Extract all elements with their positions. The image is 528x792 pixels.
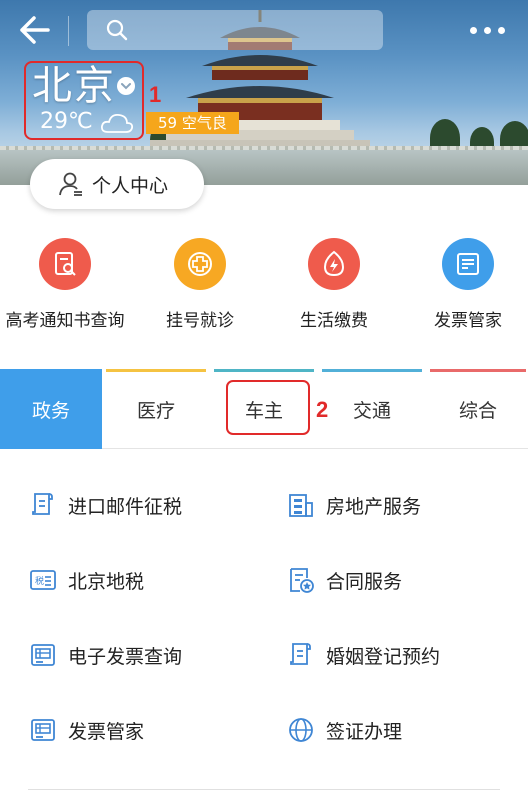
service-import-mail-tax[interactable]: 进口邮件征税	[28, 485, 182, 525]
tab-general[interactable]: 综合	[428, 369, 528, 449]
more-dot	[484, 26, 491, 34]
service-marriage-registration[interactable]: 婚姻登记预约	[286, 635, 440, 675]
svg-text:税: 税	[35, 575, 44, 587]
invoice-icon	[442, 238, 494, 290]
tab-accent-line	[106, 369, 206, 372]
service-label: 签证办理	[326, 720, 403, 743]
building-icon	[286, 490, 316, 520]
more-dot	[498, 26, 505, 34]
back-button[interactable]	[18, 14, 52, 46]
tab-label: 交通	[352, 399, 391, 422]
tab-accent-line	[322, 369, 422, 372]
building-glyph	[289, 494, 313, 517]
search-icon	[106, 19, 128, 41]
service-visa[interactable]: 签证办理	[286, 710, 402, 750]
quick-item-label: 生活缴费	[300, 311, 368, 331]
more-button[interactable]	[470, 20, 516, 40]
document-search-glyph	[55, 252, 76, 276]
tab-label: 政务	[31, 399, 70, 422]
car-owner-annotation-box	[226, 380, 310, 435]
quick-item-label: 挂号就诊	[166, 311, 234, 331]
medical-cross-icon	[174, 238, 226, 290]
service-beijing-local-tax[interactable]: 税 北京地税	[28, 560, 144, 600]
tax-icon: 税	[28, 565, 58, 595]
quick-item-gaokao[interactable]: 高考通知书查询	[0, 238, 130, 331]
invoice-icon	[28, 640, 58, 670]
quick-item-registration[interactable]: 挂号就诊	[150, 238, 250, 331]
annotation-label-2: 2	[316, 397, 329, 422]
registration-icon	[286, 640, 316, 670]
tab-traffic[interactable]: 交通	[320, 369, 424, 449]
header-divider	[68, 16, 69, 46]
list-bottom-divider	[28, 789, 500, 790]
medical-cross-glyph	[188, 252, 212, 276]
tab-medical[interactable]: 医疗	[104, 369, 208, 449]
service-contract[interactable]: 合同服务	[286, 560, 402, 600]
globe-glyph	[289, 718, 313, 742]
quick-item-invoice[interactable]: 发票管家	[418, 238, 518, 331]
invoice-glyph	[457, 253, 479, 275]
aqi-badge: 59 空气良	[146, 112, 239, 134]
registration-glyph	[290, 643, 311, 665]
personal-center-label: 个人中心	[92, 174, 169, 197]
more-dots-icon	[470, 26, 477, 34]
tab-accent-line	[430, 369, 526, 372]
service-label: 婚姻登记预约	[326, 645, 441, 668]
city-dropdown-icon[interactable]	[117, 77, 135, 95]
service-real-estate[interactable]: 房地产服务	[286, 485, 421, 525]
tab-accent-line	[214, 369, 314, 372]
annotation-label-1: 1	[149, 82, 162, 107]
tab-government[interactable]: 政务	[0, 369, 102, 449]
service-label: 电子发票查询	[68, 645, 183, 668]
invoice-glyph	[31, 719, 55, 741]
tab-label: 综合	[458, 399, 497, 422]
receipt-icon	[28, 490, 58, 520]
receipt-glyph	[32, 493, 53, 515]
user-icon	[59, 172, 82, 196]
service-label: 北京地税	[68, 570, 145, 593]
quick-services: 高考通知书查询 挂号就诊 生活缴费 发票管家	[0, 238, 528, 338]
personal-center-button[interactable]: 个人中心	[30, 159, 204, 209]
quick-item-label: 高考通知书查询	[5, 311, 125, 331]
arrow-left-icon	[20, 16, 50, 44]
quick-item-utility-payment[interactable]: 生活缴费	[284, 238, 384, 331]
cloud-icon	[100, 113, 134, 133]
tab-label: 医疗	[136, 399, 175, 422]
chevron-down-icon	[121, 83, 131, 90]
quick-item-label: 发票管家	[434, 311, 502, 331]
service-e-invoice-query[interactable]: 电子发票查询	[28, 635, 182, 675]
service-label: 进口邮件征税	[68, 495, 183, 518]
bolt-glyph	[323, 250, 345, 277]
service-label: 合同服务	[326, 570, 403, 593]
globe-icon	[286, 715, 316, 745]
contract-icon	[286, 565, 316, 595]
service-label: 房地产服务	[326, 495, 422, 518]
tax-glyph: 税	[30, 570, 56, 590]
service-invoice-manager[interactable]: 发票管家	[28, 710, 144, 750]
invoice-glyph	[31, 644, 55, 666]
bolt-icon	[308, 238, 360, 290]
contract-glyph	[290, 568, 314, 593]
service-label: 发票管家	[68, 720, 145, 743]
search-input[interactable]	[87, 10, 383, 50]
document-search-icon	[39, 238, 91, 290]
invoice-icon	[28, 715, 58, 745]
temperature: 29℃	[40, 109, 93, 134]
city-name[interactable]: 北京	[32, 62, 116, 110]
